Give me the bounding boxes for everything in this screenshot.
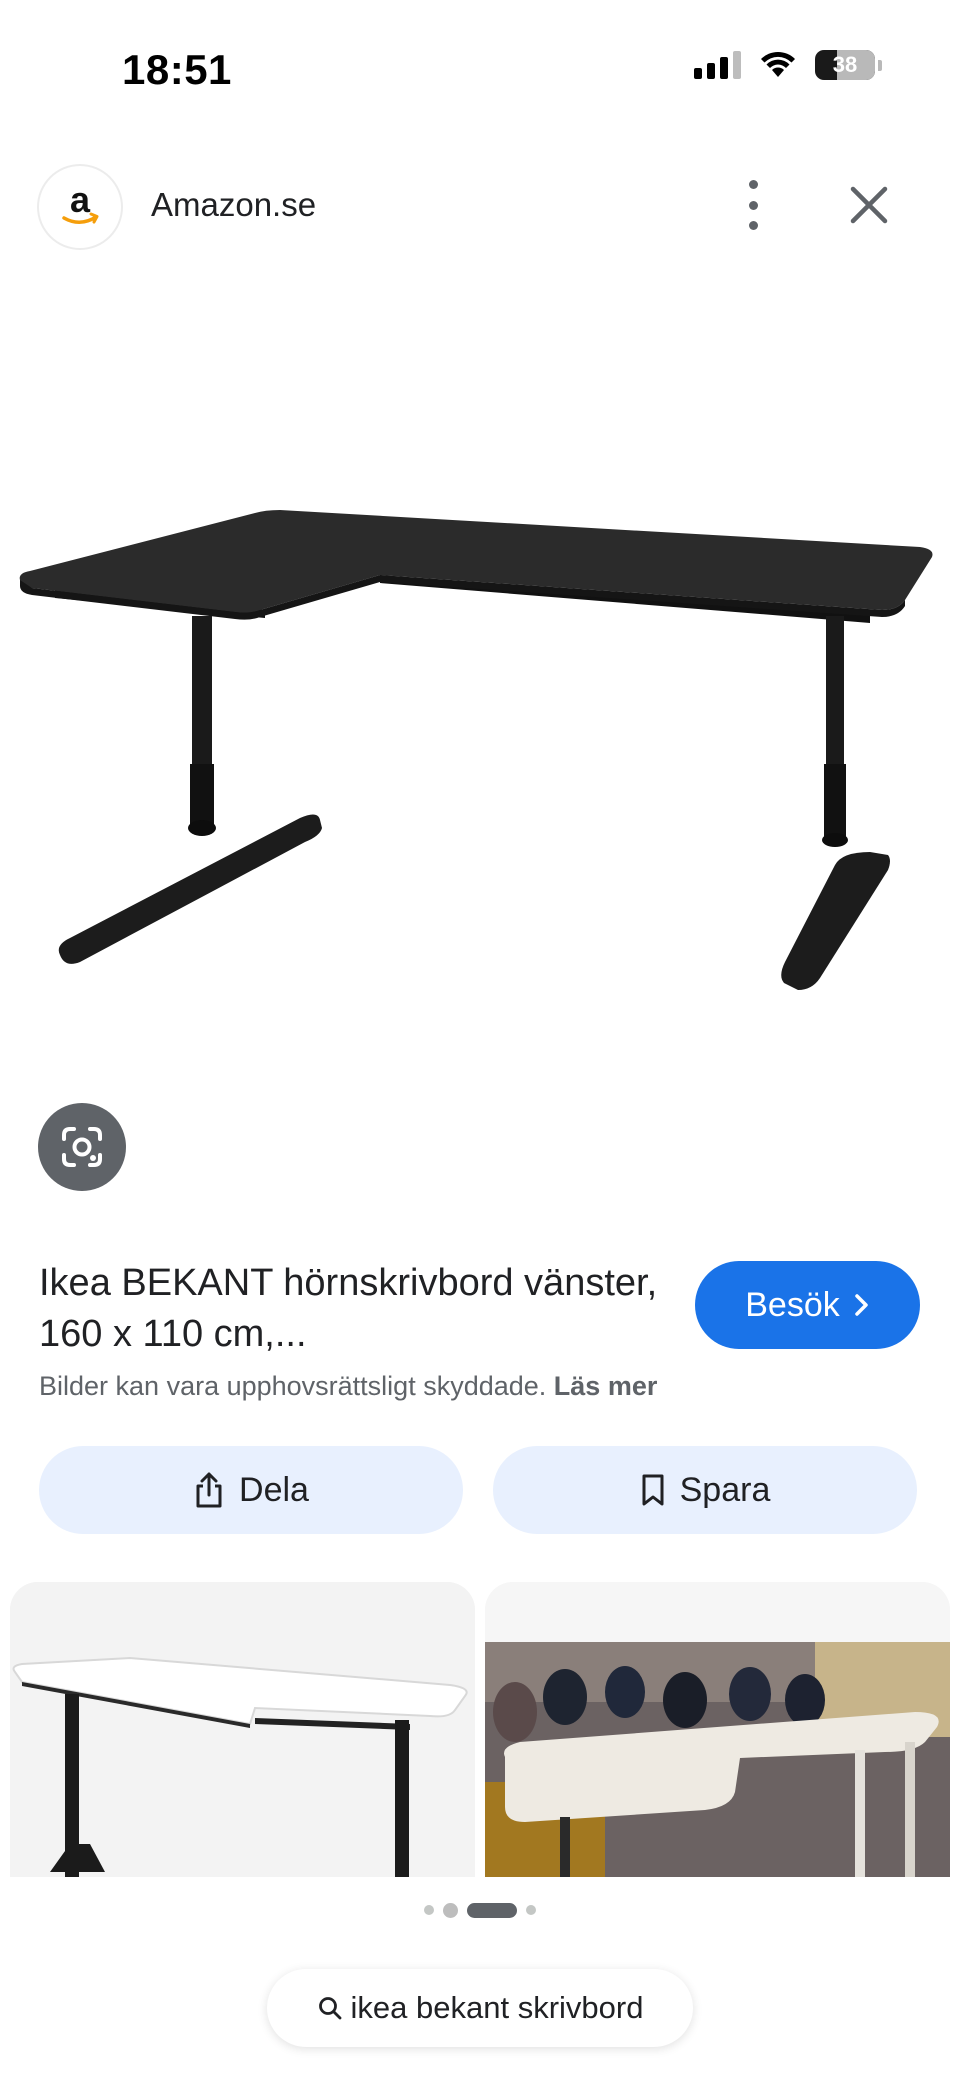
- amazon-logo-icon[interactable]: a: [39, 166, 121, 248]
- logo-letter: a: [70, 179, 91, 220]
- pagination-dots: [0, 1900, 960, 1920]
- related-images: [0, 1582, 960, 1877]
- visit-label: Besök: [745, 1285, 840, 1324]
- search-icon: [318, 1997, 341, 2020]
- page-dot-4[interactable]: [526, 1905, 536, 1915]
- close-icon[interactable]: [846, 182, 892, 228]
- copyright-notice: Bilder kan vara upphovsrättsligt skyddad…: [39, 1371, 657, 1402]
- read-more-link[interactable]: Läs mer: [554, 1371, 658, 1401]
- page-dot-2[interactable]: [443, 1902, 458, 1918]
- bookmark-icon: [642, 1474, 664, 1506]
- share-button[interactable]: Dela: [39, 1446, 463, 1534]
- result-header: a Amazon.se: [0, 160, 960, 250]
- battery-cap: [878, 59, 882, 71]
- page-dot-1[interactable]: [424, 1905, 434, 1915]
- chevron-right-icon: [855, 1294, 868, 1316]
- status-icons: 38: [694, 50, 882, 80]
- battery-icon: 38: [815, 50, 875, 80]
- save-label: Spara: [679, 1470, 771, 1509]
- battery-level: 38: [832, 52, 858, 77]
- related-image-2[interactable]: [485, 1582, 950, 1877]
- visit-button[interactable]: Besök: [695, 1261, 920, 1349]
- page-dot-3-active[interactable]: [467, 1902, 517, 1918]
- product-image[interactable]: [0, 480, 960, 1010]
- related-image-1[interactable]: [10, 1582, 475, 1877]
- site-name[interactable]: Amazon.se: [151, 186, 316, 224]
- more-vertical-icon[interactable]: [736, 180, 770, 230]
- share-icon: [196, 1472, 222, 1508]
- cellular-signal-icon: [694, 51, 741, 79]
- status-bar: 18:51 38: [0, 0, 960, 140]
- save-button[interactable]: Spara: [493, 1446, 917, 1534]
- status-time: 18:51: [122, 46, 232, 93]
- wifi-icon: [761, 51, 795, 77]
- lens-search-button[interactable]: [38, 1103, 126, 1191]
- search-query-text: ikea bekant skrivbord: [350, 1990, 644, 2025]
- share-label: Dela: [239, 1470, 309, 1509]
- product-title[interactable]: Ikea BEKANT hörnskrivbord vänster, 160 x…: [39, 1258, 659, 1360]
- copyright-text: Bilder kan vara upphovsrättsligt skyddad…: [39, 1371, 547, 1401]
- search-query-chip[interactable]: ikea bekant skrivbord: [267, 1969, 693, 2047]
- lens-icon: [62, 1127, 102, 1167]
